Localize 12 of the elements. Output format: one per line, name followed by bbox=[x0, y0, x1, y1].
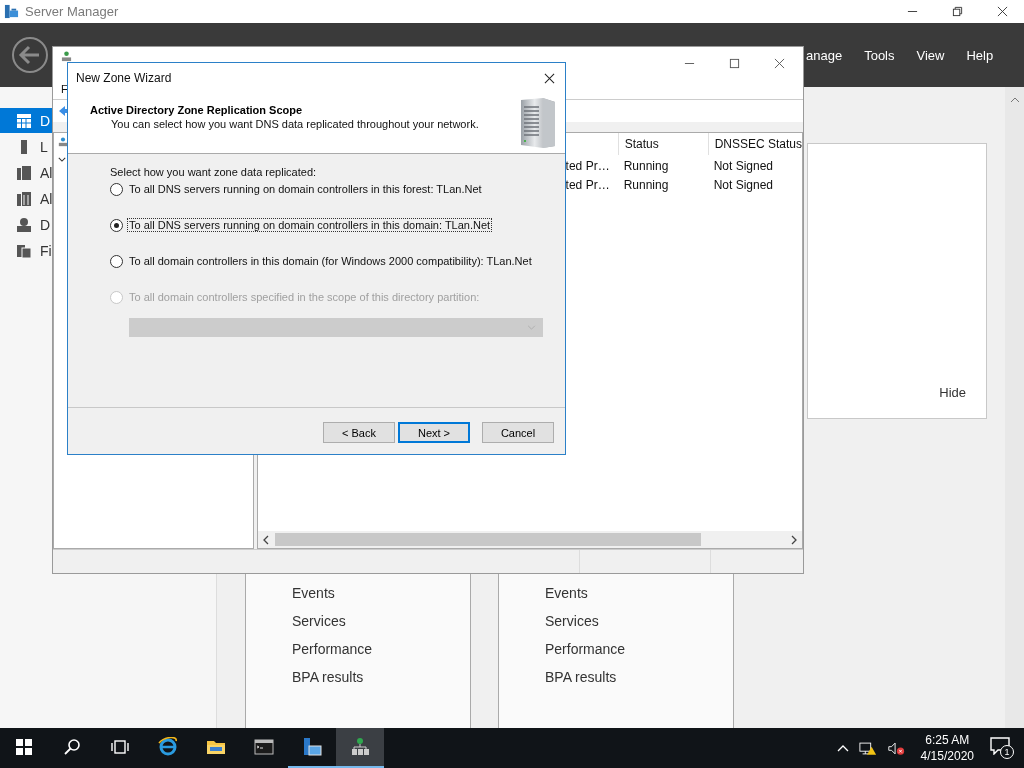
table-cell-text: Not Signed bbox=[712, 158, 774, 173]
window-title: Server Manager bbox=[25, 4, 119, 19]
table-cell: ted Pr… bbox=[565, 158, 610, 173]
page-description: You can select how you want DNS data replicated throughout your network. bbox=[110, 117, 480, 130]
table-cell-text: Running bbox=[622, 177, 670, 192]
table-cell-text: Not Signed bbox=[712, 177, 774, 192]
table-cell: ted Pr… bbox=[565, 177, 610, 192]
notification-count: 1 bbox=[1000, 745, 1014, 759]
prompt-text: Select how you want zone data replicated: bbox=[110, 165, 318, 180]
dialog-title: New Zone Wizard bbox=[76, 71, 172, 85]
table-cell-text: Running bbox=[622, 158, 670, 173]
page-heading: Active Directory Zone Replication Scope bbox=[90, 104, 304, 116]
